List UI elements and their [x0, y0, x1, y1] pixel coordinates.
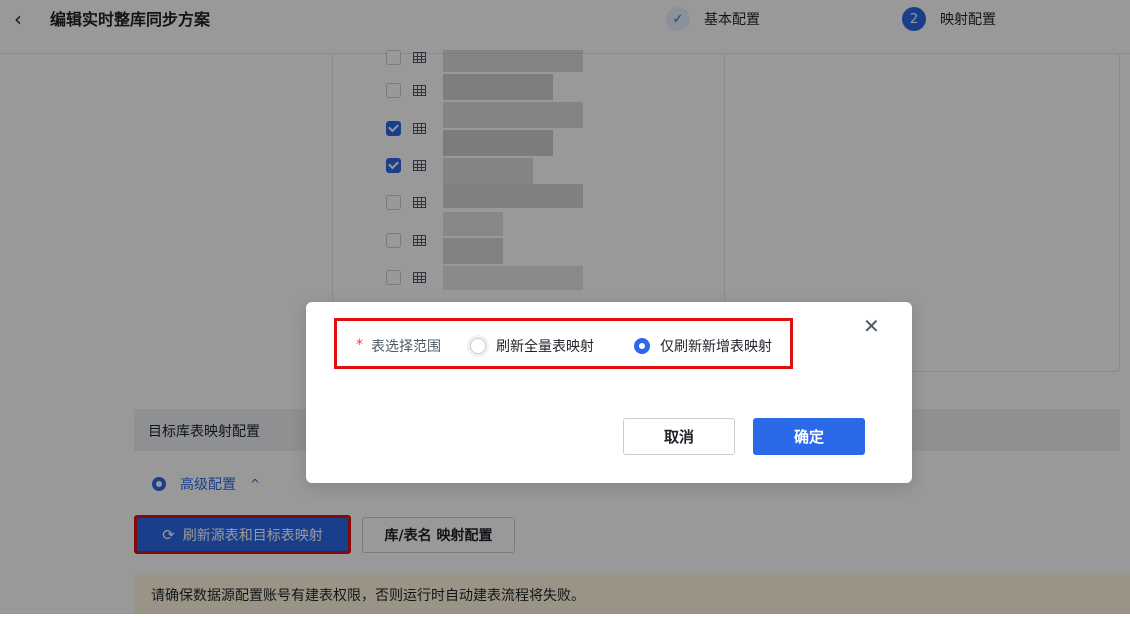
radio-circle-selected[interactable]: [634, 338, 650, 354]
close-icon[interactable]: ✕: [863, 316, 880, 336]
radio-label: 仅刷新新增表映射: [660, 339, 772, 355]
required-mark: *: [356, 337, 363, 353]
radio-refresh-all[interactable]: 刷新全量表映射: [470, 336, 594, 356]
radio-circle[interactable]: [470, 338, 486, 354]
table-scope-label: 表选择范围: [371, 339, 441, 355]
cancel-button[interactable]: 取消: [623, 418, 735, 455]
table-scope-field: * 表选择范围 刷新全量表映射 仅刷新新增表映射: [334, 318, 793, 369]
radio-label: 刷新全量表映射: [496, 339, 594, 355]
radio-refresh-new-only[interactable]: 仅刷新新增表映射: [634, 336, 772, 356]
refresh-scope-dialog: ✕ * 表选择范围 刷新全量表映射 仅刷新新增表映射 取消 确定: [306, 302, 912, 483]
confirm-button[interactable]: 确定: [753, 418, 865, 455]
